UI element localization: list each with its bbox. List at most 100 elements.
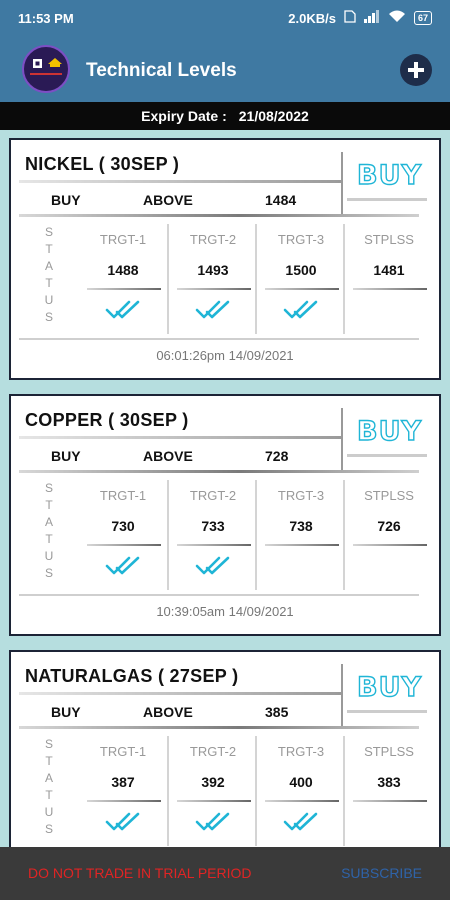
status-vertical-label: STATUS xyxy=(39,480,59,582)
subscribe-link[interactable]: SUBSCRIBE xyxy=(341,865,422,881)
column-divider xyxy=(167,480,169,590)
double-check-icon xyxy=(81,298,165,324)
target-label: TRGT-1 xyxy=(99,488,147,503)
entry-side: BUY xyxy=(51,448,81,464)
status-letter: T xyxy=(45,788,53,802)
target-underline xyxy=(87,800,161,802)
target-cell: TRGT-3 1500 xyxy=(259,224,343,334)
target-label: TRGT-3 xyxy=(277,488,325,503)
double-check-icon xyxy=(81,554,165,580)
clock: 11:53 PM xyxy=(18,11,74,26)
target-label: TRGT-3 xyxy=(277,744,325,759)
target-cell: STPLSS 383 xyxy=(347,736,431,846)
target-underline xyxy=(265,288,339,290)
column-divider xyxy=(255,736,257,846)
target-value: 387 xyxy=(111,774,135,790)
entry-divider xyxy=(19,470,419,473)
status-letter: U xyxy=(44,549,54,563)
target-label: TRGT-2 xyxy=(189,232,237,247)
title-divider xyxy=(19,436,341,439)
bottom-bar: DO NOT TRADE IN TRIAL PERIOD SUBSCRIBE xyxy=(0,847,450,900)
status-vertical-label: STATUS xyxy=(39,736,59,838)
signal-badge: BUY xyxy=(356,415,423,447)
entry-divider xyxy=(19,726,419,729)
signal-badge: BUY xyxy=(356,159,423,191)
target-value: 1481 xyxy=(373,262,405,278)
status-letter: A xyxy=(44,771,53,785)
entry-condition: ABOVE xyxy=(143,704,193,720)
status-letter: U xyxy=(44,805,54,819)
status-letter: S xyxy=(44,737,53,751)
footer-divider xyxy=(19,338,419,340)
app-bar: Technical Levels xyxy=(0,38,450,102)
double-check-icon xyxy=(171,810,255,836)
target-label: TRGT-1 xyxy=(99,744,147,759)
target-cell: STPLSS 1481 xyxy=(347,224,431,334)
double-check-icon xyxy=(259,298,343,324)
target-underline xyxy=(177,800,251,802)
entry-level: 728 xyxy=(265,448,289,464)
status-letter: A xyxy=(44,515,53,529)
entry-level: 385 xyxy=(265,704,289,720)
status-letter: S xyxy=(44,481,53,495)
entry-level: 1484 xyxy=(265,192,297,208)
column-divider xyxy=(167,224,169,334)
entry-row: BUY ABOVE 1484 xyxy=(17,188,413,212)
target-value: 383 xyxy=(377,774,401,790)
target-label: TRGT-3 xyxy=(277,232,325,247)
target-label: STPLSS xyxy=(364,488,414,503)
wifi-icon xyxy=(388,10,406,26)
target-underline xyxy=(87,288,161,290)
target-cell: TRGT-3 738 xyxy=(259,480,343,590)
target-underline xyxy=(177,288,251,290)
double-check-icon xyxy=(81,810,165,836)
target-label: STPLSS xyxy=(364,232,414,247)
target-value: 1493 xyxy=(197,262,229,278)
entry-side: BUY xyxy=(51,704,81,720)
target-value: 1488 xyxy=(107,262,139,278)
battery-icon: 67 xyxy=(413,11,432,25)
status-letter: S xyxy=(44,225,53,239)
target-underline xyxy=(353,800,427,802)
entry-divider xyxy=(19,214,419,217)
trade-card-1[interactable]: NICKEL ( 30SEP ) BUY BUY ABOVE 1484 STAT… xyxy=(9,138,441,380)
signal-icon xyxy=(363,10,380,26)
status-letter: T xyxy=(45,754,53,768)
symbol-title: NICKEL ( 30SEP ) xyxy=(25,154,180,174)
plus-icon xyxy=(408,62,424,78)
entry-condition: ABOVE xyxy=(143,448,193,464)
double-check-icon xyxy=(171,298,255,324)
timestamp: 06:01:26pm 14/09/2021 xyxy=(156,348,294,363)
title-divider xyxy=(19,692,341,695)
target-label: TRGT-2 xyxy=(189,488,237,503)
status-letter: T xyxy=(45,532,53,546)
column-divider xyxy=(343,736,345,846)
target-label: TRGT-2 xyxy=(189,744,237,759)
expiry-date: 21/08/2022 xyxy=(238,108,309,124)
network-speed: 2.0KB/s xyxy=(288,10,336,26)
symbol-title: NATURALGAS ( 27SEP ) xyxy=(25,666,239,686)
target-cell: TRGT-1 1488 xyxy=(81,224,165,334)
target-underline xyxy=(265,800,339,802)
target-value: 738 xyxy=(289,518,313,534)
status-letter: S xyxy=(44,566,53,580)
double-check-icon xyxy=(171,554,255,580)
entry-row: BUY ABOVE 385 xyxy=(17,700,413,724)
timestamp: 10:39:05am 14/09/2021 xyxy=(156,604,294,619)
add-button[interactable] xyxy=(400,54,432,86)
target-underline xyxy=(87,544,161,546)
status-letter: A xyxy=(44,259,53,273)
target-underline xyxy=(177,544,251,546)
target-value: 726 xyxy=(377,518,401,534)
trade-card-2[interactable]: COPPER ( 30SEP ) BUY BUY ABOVE 728 STATU… xyxy=(9,394,441,636)
sim-icon xyxy=(344,10,356,26)
status-letter: T xyxy=(45,498,53,512)
footer-divider xyxy=(19,594,419,596)
target-value: 730 xyxy=(111,518,135,534)
expiry-label: Expiry Date : xyxy=(141,108,227,124)
target-value: 1500 xyxy=(285,262,317,278)
target-cell: TRGT-2 733 xyxy=(171,480,255,590)
target-cell: TRGT-2 392 xyxy=(171,736,255,846)
double-check-icon xyxy=(259,810,343,836)
expiry-bar: Expiry Date : 21/08/2022 xyxy=(0,102,450,130)
